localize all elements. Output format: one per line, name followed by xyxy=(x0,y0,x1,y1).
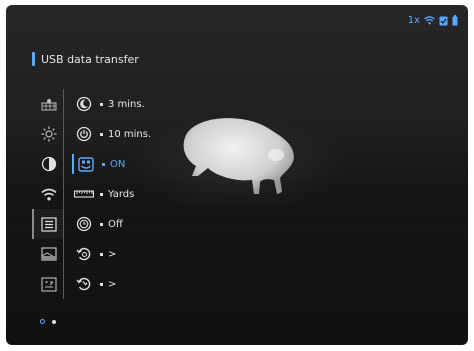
category-brightness[interactable] xyxy=(32,119,64,149)
battery-icon xyxy=(452,15,458,26)
bullet xyxy=(100,102,103,106)
image-icon xyxy=(41,247,57,261)
battery-check-icon xyxy=(439,16,448,26)
category-device-info[interactable] xyxy=(32,269,64,299)
list-item[interactable]: Off xyxy=(72,209,151,239)
category-display[interactable] xyxy=(32,89,64,119)
category-wifi[interactable] xyxy=(32,179,64,209)
moon-icon xyxy=(76,96,92,112)
page-dot[interactable] xyxy=(52,319,56,324)
sun-icon xyxy=(41,126,57,142)
auto-standby-value: 3 mins. xyxy=(108,98,145,110)
reset-value: > xyxy=(108,248,117,260)
list-icon xyxy=(41,216,57,232)
power-timer-icon xyxy=(76,126,92,142)
list-item[interactable]: Yards xyxy=(72,179,151,209)
thermal-viewfinder-screen: 1x USB data transfer 3 mins. 10 mins. ON… xyxy=(6,5,468,345)
category-gallery[interactable] xyxy=(32,239,64,269)
zoom-level: 1x xyxy=(407,15,420,26)
usb-transfer-value: ON xyxy=(110,158,126,170)
page-dot-current[interactable] xyxy=(40,319,45,324)
category-general-settings[interactable] xyxy=(32,209,64,239)
brightness-grid-icon xyxy=(41,99,57,111)
usb-transfer-icon xyxy=(78,156,94,172)
clock-icon xyxy=(76,216,92,232)
list-item-selected[interactable]: ON xyxy=(72,149,151,179)
info-rotate-icon xyxy=(76,277,91,291)
bullet xyxy=(100,252,103,256)
status-bar: 1x xyxy=(408,15,458,26)
timer-value: Off xyxy=(108,218,123,230)
settings-list: 3 mins. 10 mins. ON Yards Off > > xyxy=(72,89,151,299)
units-value: Yards xyxy=(108,188,135,200)
list-item[interactable]: 3 mins. xyxy=(72,89,151,119)
reset-icon xyxy=(76,247,91,261)
list-item[interactable]: 10 mins. xyxy=(72,119,151,149)
bullet xyxy=(100,282,103,286)
bullet xyxy=(100,132,103,136)
info-value: > xyxy=(108,278,117,290)
ruler-icon xyxy=(74,190,94,198)
auto-off-value: 10 mins. xyxy=(108,128,152,140)
page-indicator xyxy=(40,319,56,324)
title-accent-bar xyxy=(32,52,35,66)
bullet xyxy=(100,222,103,226)
menu-title: USB data transfer xyxy=(32,52,139,66)
list-item[interactable]: > xyxy=(72,239,151,269)
category-contrast[interactable] xyxy=(32,149,64,179)
grid-icon xyxy=(41,276,57,292)
category-column xyxy=(32,89,64,299)
wifi-icon xyxy=(41,188,57,200)
thermal-boar-image xyxy=(183,118,294,194)
page-title: USB data transfer xyxy=(41,52,139,66)
contrast-icon xyxy=(41,156,57,172)
bullet xyxy=(102,162,105,166)
wifi-icon xyxy=(424,16,435,25)
list-item[interactable]: > xyxy=(72,269,151,299)
bullet xyxy=(100,192,103,196)
